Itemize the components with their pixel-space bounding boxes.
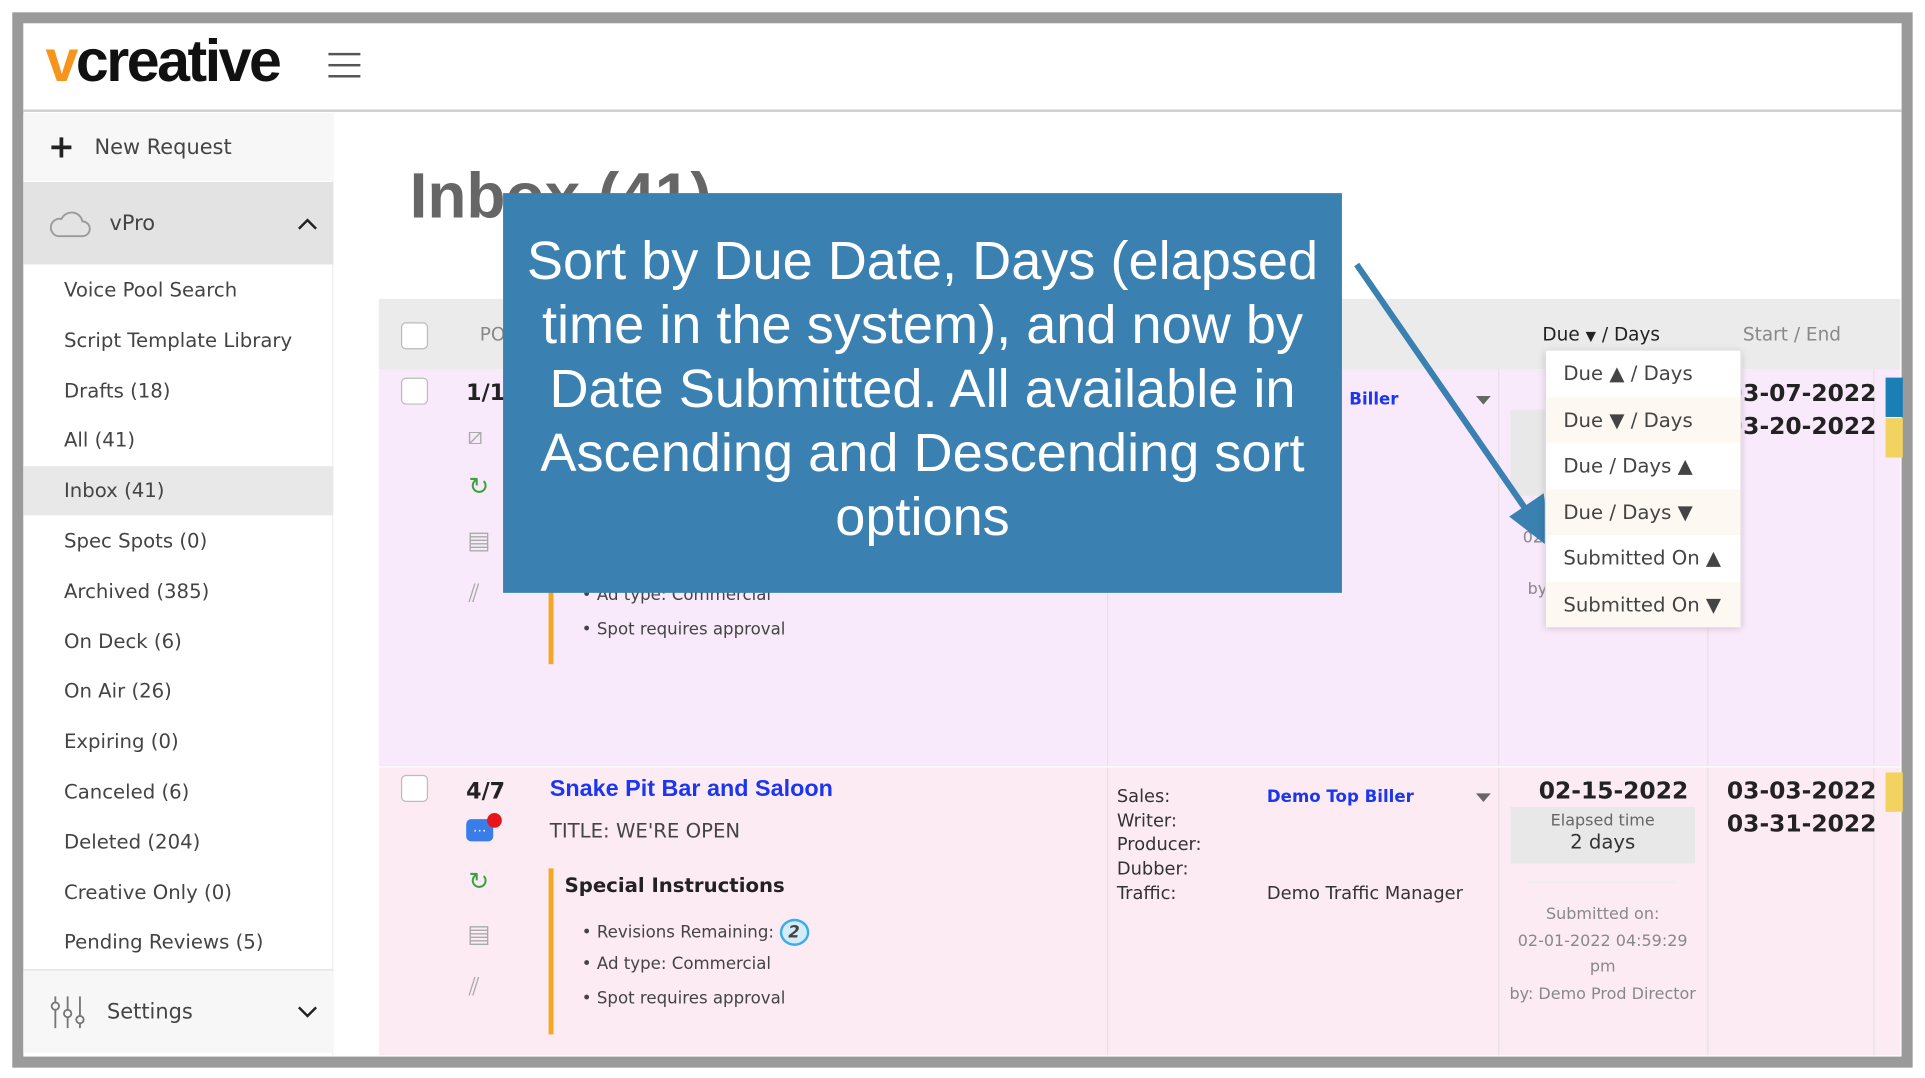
sort-dropdown-menu: Due ▲ / Days Due ▼ / Days Due / Days ▲ Due … — [1544, 349, 1742, 627]
sort-option[interactable]: Submitted On ▲ — [1546, 535, 1740, 581]
screenshot: vcreative + New Request vPro Voice Pool S… — [0, 0, 1925, 1077]
sort-option[interactable]: Due ▼ / Days — [1546, 396, 1741, 443]
sort-option[interactable]: Due ▲ / Days — [1546, 351, 1740, 397]
sort-option[interactable]: Due / Days ▲ — [1546, 443, 1740, 489]
sort-option[interactable]: Submitted On ▼ — [1546, 581, 1741, 627]
sort-option[interactable]: Due / Days ▼ — [1546, 488, 1741, 535]
